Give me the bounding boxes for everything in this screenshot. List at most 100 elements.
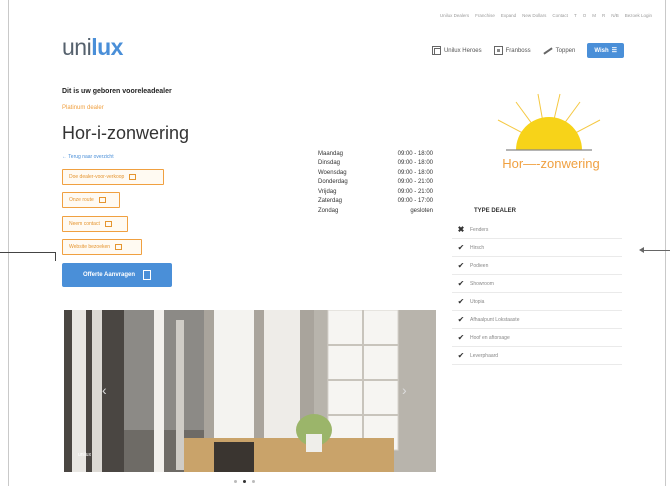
- hours-day: Vrijdag: [318, 188, 337, 195]
- dealer-type-label: Podieen: [470, 262, 489, 269]
- brand-logo-text: Hor—-zonwering: [502, 156, 600, 171]
- hours-day: Woensdag: [318, 169, 347, 176]
- nav-item-franboss[interactable]: Franboss: [493, 46, 531, 55]
- hours-time: gesloten: [410, 208, 433, 215]
- sun-icon: [516, 117, 582, 150]
- hours-time: 09:00 - 17:00: [397, 198, 433, 205]
- contact-button[interactable]: Neem contact: [62, 216, 128, 232]
- top-links: Unilux Dealers Franchise Expand New Doll…: [440, 13, 652, 18]
- back-link[interactable]: ← Terug naar overzicht: [62, 154, 114, 160]
- hours-day: Zaterdag: [318, 198, 343, 205]
- dealer-brand-logo: Hor—-zonwering: [497, 93, 601, 171]
- box-icon: [493, 46, 503, 55]
- dealer-type-row: ✔ Podieen: [452, 257, 622, 275]
- carousel-dot-active[interactable]: [243, 480, 246, 483]
- hours-day: Dinsdag: [318, 160, 341, 167]
- hours-row: Donderdag 09:00 - 21:00: [318, 178, 433, 188]
- carousel-dot[interactable]: [234, 480, 237, 483]
- top-link[interactable]: M: [592, 13, 596, 18]
- top-link[interactable]: T: [574, 13, 577, 18]
- carousel-dots: [234, 480, 255, 483]
- dealer-subtitle: Platinum dealer: [62, 105, 104, 111]
- top-link[interactable]: Expand: [501, 13, 516, 18]
- dealer-type-row: ✔ Utopia: [452, 293, 622, 311]
- nav-label: Toppen: [555, 47, 576, 54]
- top-link[interactable]: N/B: [611, 13, 619, 18]
- wish-button[interactable]: Wish ☰: [587, 43, 624, 58]
- top-link[interactable]: R: [602, 13, 605, 18]
- dealer-type-row: ✔ Hirsch: [452, 239, 622, 257]
- dealer-type-label: Hirsch: [470, 244, 485, 251]
- button-label: Website bezoeken: [69, 244, 111, 250]
- callout-line: [0, 252, 56, 253]
- hours-row: Dinsdag 09:00 - 18:00: [318, 159, 433, 169]
- dealer-type-label: Leverphaard: [470, 352, 499, 359]
- wish-label: Wish: [594, 47, 609, 54]
- offer-request-button[interactable]: Offerte Aanvragen: [62, 263, 172, 287]
- nav-item-heroes[interactable]: Unilux Heroes: [431, 46, 482, 55]
- callout-line-vertical: [55, 252, 56, 261]
- hours-time: 09:00 - 18:00: [397, 169, 433, 176]
- button-label: Neem contact: [69, 221, 100, 227]
- tool-icon: [543, 46, 553, 55]
- carousel-dot[interactable]: [252, 480, 255, 483]
- nav-item-toppen[interactable]: Toppen: [543, 46, 576, 55]
- hours-day: Zondag: [318, 208, 339, 215]
- nav-label: Unilux Heroes: [443, 47, 482, 54]
- hours-day: Maandag: [318, 150, 344, 157]
- hours-time: 09:00 - 21:00: [397, 179, 433, 186]
- website-button[interactable]: Website bezoeken: [62, 239, 142, 255]
- dealer-type-row: ✔ Leverphaard: [452, 347, 622, 365]
- dealer-type-label: Showroom: [470, 280, 494, 287]
- route-button[interactable]: Onze route: [62, 192, 120, 208]
- top-link[interactable]: Bezoek Login: [625, 13, 652, 18]
- offer-label: Offerte Aanvragen: [82, 272, 136, 278]
- hours-row: Vrijdag 09:00 - 21:00: [318, 187, 433, 197]
- top-link[interactable]: Unilux Dealers: [440, 13, 469, 18]
- photo-label: unilux: [78, 452, 92, 458]
- check-icon: ✔: [457, 261, 465, 270]
- dealer-type-row: ✔ Afhaalpunt Lokstaaste: [452, 311, 622, 329]
- list-icon: ☰: [611, 48, 617, 54]
- dealer-type-label: Hoof en aftorsage: [470, 334, 510, 341]
- check-icon: ✔: [457, 351, 465, 360]
- logo-part-lux: lux: [91, 34, 123, 60]
- dealer-type-list: ✖ Fenders ✔ Hirsch ✔ Podieen ✔ Showroom ✔ Uto…: [452, 221, 622, 365]
- dealer-type-label: Afhaalpunt Lokstaaste: [470, 316, 520, 323]
- document-icon: [143, 270, 152, 280]
- dealer-type-label: Fenders: [470, 226, 489, 233]
- photo-next-arrow[interactable]: ›: [402, 382, 407, 398]
- button-label: Onze route: [69, 197, 94, 203]
- top-link[interactable]: New Dollars: [522, 13, 546, 18]
- check-icon: ✔: [457, 243, 465, 252]
- pin-icon: [98, 197, 106, 203]
- hours-time: 09:00 - 18:00: [397, 160, 433, 167]
- hours-row: Zondag gesloten: [318, 207, 433, 217]
- cross-icon: ✖: [457, 225, 465, 234]
- top-link[interactable]: O: [583, 13, 587, 18]
- mail-icon: [104, 221, 112, 227]
- grid-icon: [431, 46, 441, 55]
- hours-time: 09:00 - 18:00: [397, 150, 433, 157]
- hours-row: Zaterdag 09:00 - 17:00: [318, 197, 433, 207]
- photo-prev-arrow[interactable]: ‹: [102, 382, 107, 398]
- document-icon: [129, 174, 137, 180]
- dealer-type-row: ✖ Fenders: [452, 221, 622, 239]
- annotation-arrow: [639, 247, 670, 253]
- dealer-type-row: ✔ Showroom: [452, 275, 622, 293]
- unilux-logo[interactable]: unilux: [62, 34, 123, 61]
- check-icon: ✔: [457, 333, 465, 342]
- dealer-name: Hor-i-zonwering: [62, 123, 190, 143]
- dealer-intro: Dit is uw geboren vooreleadealer: [62, 88, 172, 95]
- hours-day: Donderdag: [318, 179, 348, 186]
- top-link[interactable]: Franchise: [475, 13, 495, 18]
- nav-label: Franboss: [505, 47, 531, 54]
- top-link[interactable]: Contact: [552, 13, 568, 18]
- dealer-action-button[interactable]: Doe dealer-voor-verkoop: [62, 169, 164, 185]
- hours-row: Woensdag 09:00 - 18:00: [318, 168, 433, 178]
- hours-row: Maandag 09:00 - 18:00: [318, 149, 433, 159]
- check-icon: ✔: [457, 315, 465, 324]
- opening-hours: Maandag 09:00 - 18:00 Dinsdag 09:00 - 18:0…: [318, 149, 433, 216]
- check-icon: ✔: [457, 297, 465, 306]
- external-link-icon: [115, 244, 123, 250]
